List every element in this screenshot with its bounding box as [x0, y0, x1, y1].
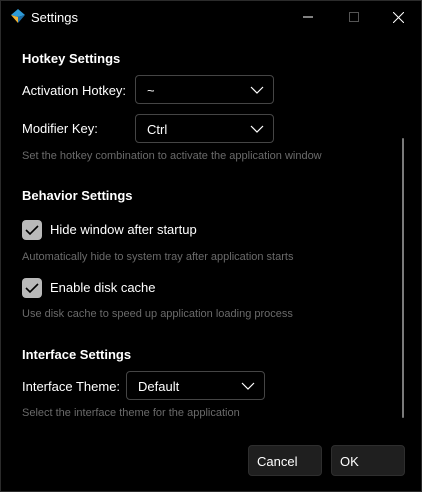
interface-theme-value: Default	[138, 379, 180, 394]
checkmark-icon	[25, 225, 39, 236]
hotkey-hint: Set the hotkey combination to activate t…	[22, 150, 322, 162]
activation-hotkey-select[interactable]: ~	[135, 75, 274, 104]
modifier-key-value: Ctrl	[147, 122, 168, 137]
interface-section-title: Interface Settings	[22, 347, 132, 362]
close-button[interactable]	[375, 1, 421, 33]
app-logo-icon	[11, 9, 25, 23]
activation-hotkey-value: ~	[147, 83, 155, 98]
modifier-key-select[interactable]: Ctrl	[135, 114, 274, 143]
minimize-icon	[303, 16, 313, 18]
chevron-down-icon	[241, 382, 255, 390]
behavior-section-title: Behavior Settings	[22, 188, 133, 203]
hide-window-hint: Automatically hide to system tray after …	[22, 251, 294, 263]
activation-hotkey-label: Activation Hotkey:	[22, 83, 127, 98]
hotkey-section-title: Hotkey Settings	[22, 51, 121, 66]
minimize-button[interactable]	[285, 1, 331, 33]
cancel-button-label: Cancel	[257, 454, 298, 469]
window-title: Settings	[31, 10, 78, 25]
hide-window-checkbox[interactable]	[22, 220, 42, 240]
vertical-scrollbar[interactable]	[402, 138, 404, 418]
modifier-key-label: Modifier Key:	[22, 121, 98, 136]
chevron-down-icon	[250, 86, 264, 94]
disk-cache-label: Enable disk cache	[50, 280, 156, 295]
disk-cache-checkbox[interactable]	[22, 278, 42, 298]
chevron-down-icon	[250, 125, 264, 133]
interface-theme-label: Interface Theme:	[22, 379, 121, 394]
interface-theme-select[interactable]: Default	[126, 371, 265, 400]
cancel-button[interactable]: Cancel	[248, 445, 322, 476]
maximize-icon	[349, 12, 359, 22]
hide-window-label: Hide window after startup	[50, 222, 197, 237]
disk-cache-hint: Use disk cache to speed up application l…	[22, 308, 293, 320]
ok-button[interactable]: OK	[331, 445, 405, 476]
close-icon	[392, 11, 404, 23]
ok-button-label: OK	[340, 454, 359, 469]
maximize-button[interactable]	[331, 1, 377, 33]
interface-theme-hint: Select the interface theme for the appli…	[22, 407, 240, 419]
settings-window: Settings Hotkey Settings Activation Hotk…	[0, 0, 422, 492]
checkmark-icon	[25, 283, 39, 294]
title-bar[interactable]: Settings	[1, 1, 421, 33]
